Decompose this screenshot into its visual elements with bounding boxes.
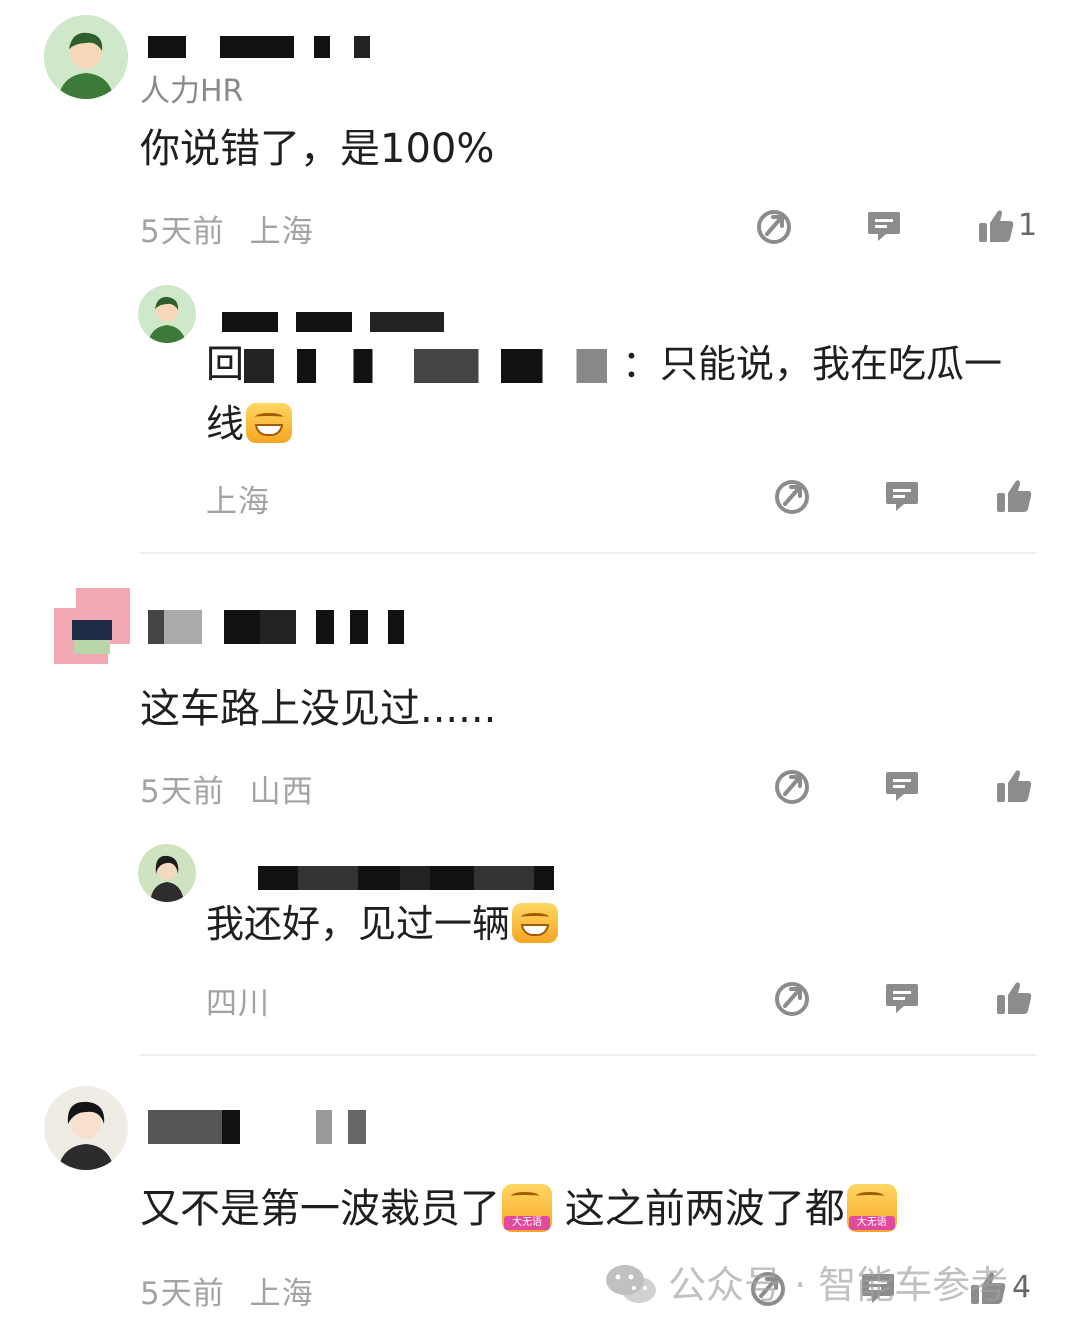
comment-icon[interactable] bbox=[882, 476, 922, 516]
reply-location: 四川 bbox=[206, 986, 270, 1022]
divider bbox=[140, 1054, 1036, 1056]
share-icon[interactable] bbox=[754, 206, 794, 246]
time: 5天前 bbox=[140, 774, 225, 810]
reply-username-redacted bbox=[222, 312, 444, 332]
comment-icon[interactable] bbox=[864, 206, 904, 246]
comment-icon[interactable] bbox=[882, 766, 922, 806]
avatar[interactable] bbox=[44, 15, 128, 99]
user-tag: 人力HR bbox=[140, 74, 244, 109]
time: 5天前 bbox=[140, 1276, 225, 1312]
reply-username-redacted bbox=[258, 866, 554, 890]
reply-text-line1: 只能说，我在吃瓜一 bbox=[660, 342, 1003, 386]
comment-icon[interactable] bbox=[882, 978, 922, 1018]
watermark: 公众号 · 智能车参考 bbox=[604, 1254, 1008, 1309]
share-icon[interactable] bbox=[772, 766, 812, 806]
username-redacted bbox=[148, 1110, 366, 1144]
reply-text-line2: 线 bbox=[206, 397, 293, 452]
reply-text: 我还好，见过一辆 bbox=[206, 897, 559, 952]
divider bbox=[140, 552, 1036, 554]
thumbs-up-icon[interactable] bbox=[994, 766, 1034, 806]
avatar[interactable] bbox=[54, 588, 130, 664]
location: 山西 bbox=[249, 774, 314, 810]
location: 上海 bbox=[249, 214, 314, 250]
reply-location: 上海 bbox=[206, 484, 270, 520]
time: 5天前 bbox=[140, 214, 225, 250]
speechless-emoji: 大无语 bbox=[502, 1184, 552, 1232]
speechless-emoji: 大无语 bbox=[846, 1184, 897, 1232]
thumbs-up-icon[interactable] bbox=[994, 978, 1034, 1018]
share-icon[interactable] bbox=[772, 978, 812, 1018]
avatar[interactable] bbox=[44, 1086, 128, 1170]
wechat-icon bbox=[606, 1265, 656, 1303]
comment-meta: 5天前 上海 bbox=[140, 1268, 314, 1313]
username-redacted bbox=[148, 36, 370, 58]
like-count: 1 bbox=[1018, 208, 1038, 243]
watermark-text: 公众号 · 智能车参考 bbox=[668, 1263, 1009, 1307]
grin-emoji bbox=[246, 403, 293, 443]
location: 上海 bbox=[249, 1276, 314, 1312]
reply-target-redacted bbox=[244, 349, 623, 383]
grin-emoji bbox=[512, 903, 559, 943]
comment-meta: 5天前 上海 bbox=[140, 206, 314, 251]
like-count: 4 bbox=[1012, 1270, 1032, 1305]
comment-text: 这车路上没见过...... bbox=[140, 686, 497, 732]
reply-text: 回：只能说，我在吃瓜一 bbox=[206, 342, 1003, 386]
thumbs-up-icon[interactable] bbox=[994, 476, 1034, 516]
reply-avatar[interactable] bbox=[138, 844, 196, 902]
share-icon[interactable] bbox=[772, 476, 812, 516]
reply-avatar[interactable] bbox=[138, 285, 196, 343]
comment-meta: 5天前 山西 bbox=[140, 766, 314, 811]
thumbs-up-icon[interactable] bbox=[976, 206, 1016, 246]
reply-prefix: 回 bbox=[206, 342, 245, 386]
username-redacted bbox=[148, 610, 404, 644]
comment-text: 你说错了，是100% bbox=[140, 126, 495, 172]
comment-text: 又不是第一波裁员了 大无语 这之前两波了都 大无语 bbox=[140, 1180, 897, 1238]
